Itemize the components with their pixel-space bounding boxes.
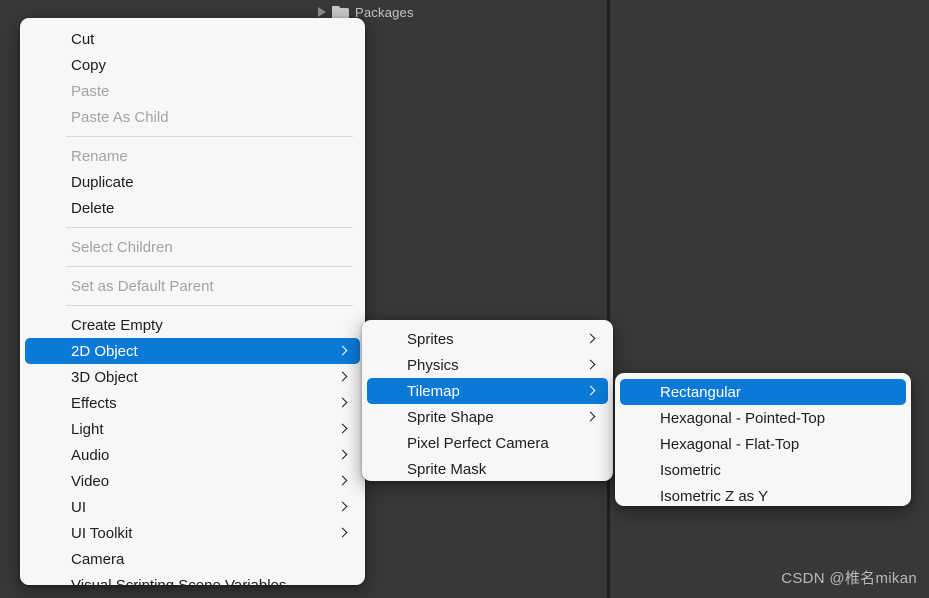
- chevron-right-icon: [586, 334, 596, 344]
- menu-item-label: Pixel Perfect Camera: [407, 434, 549, 452]
- menu-item-label: Sprite Mask: [407, 460, 487, 478]
- menu-item-label: Select Children: [71, 238, 173, 256]
- menu-item-physics[interactable]: Physics: [367, 352, 608, 378]
- menu-item-isometric-z-as-y[interactable]: Isometric Z as Y: [620, 483, 906, 506]
- menu-item-sprite-shape[interactable]: Sprite Shape: [367, 404, 608, 430]
- menu-item-rectangular[interactable]: Rectangular: [620, 379, 906, 405]
- menu-item-label: Effects: [71, 394, 117, 412]
- menu-item-sprite-mask[interactable]: Sprite Mask: [367, 456, 608, 481]
- submenu-tilemap[interactable]: Rectangular Hexagonal - Pointed-Top Hexago…: [615, 373, 911, 506]
- menu-item-pixel-perfect-camera[interactable]: Pixel Perfect Camera: [367, 430, 608, 456]
- menu-item-label: Camera: [71, 550, 125, 568]
- menu-item-create-empty[interactable]: Create Empty: [25, 312, 360, 338]
- menu-item-label: Hexagonal - Flat-Top: [660, 435, 800, 453]
- menu-item-3d-object[interactable]: 3D Object: [25, 364, 360, 390]
- menu-item-hexagonal-flat-top[interactable]: Hexagonal - Flat-Top: [620, 431, 906, 457]
- hierarchy-item-label: Packages: [355, 4, 414, 20]
- menu-item-visual-scripting-scene-variables[interactable]: Visual Scripting Scene Variables: [25, 572, 360, 586]
- menu-item-label: 3D Object: [71, 368, 138, 386]
- menu-item-label: Cut: [71, 30, 95, 48]
- menu-item-rename: Rename: [25, 143, 360, 169]
- menu-item-tilemap[interactable]: Tilemap: [367, 378, 608, 404]
- menu-item-label: Rename: [71, 147, 128, 165]
- chevron-right-icon: [338, 424, 348, 434]
- menu-separator: [66, 227, 353, 228]
- menu-item-label: Isometric: [660, 461, 721, 479]
- menu-item-select-children: Select Children: [25, 234, 360, 260]
- menu-item-hexagonal-pointed-top[interactable]: Hexagonal - Pointed-Top: [620, 405, 906, 431]
- menu-item-label: Paste As Child: [71, 108, 169, 126]
- menu-item-label: Physics: [407, 356, 459, 374]
- scene-panel: [610, 0, 929, 598]
- menu-item-label: Rectangular: [660, 383, 741, 401]
- menu-separator: [66, 136, 353, 137]
- menu-item-label: Isometric Z as Y: [660, 487, 769, 505]
- menu-item-label: 2D Object: [71, 342, 138, 360]
- menu-item-copy[interactable]: Copy: [25, 52, 360, 78]
- menu-item-label: Sprites: [407, 330, 454, 348]
- menu-item-paste-as-child: Paste As Child: [25, 104, 360, 130]
- chevron-right-icon: [586, 412, 596, 422]
- triangle-right-icon[interactable]: [318, 7, 326, 17]
- menu-item-label: Tilemap: [407, 382, 460, 400]
- menu-item-label: Visual Scripting Scene Variables: [71, 576, 287, 586]
- context-menu[interactable]: Cut Copy Paste Paste As Child Rename Duplicat…: [20, 18, 365, 585]
- menu-item-isometric[interactable]: Isometric: [620, 457, 906, 483]
- chevron-right-icon: [586, 386, 596, 396]
- chevron-right-icon: [338, 476, 348, 486]
- menu-item-label: Duplicate: [71, 173, 134, 191]
- chevron-right-icon: [338, 346, 348, 356]
- watermark: CSDN @椎名mikan: [781, 570, 917, 587]
- chevron-right-icon: [586, 360, 596, 370]
- chevron-right-icon: [338, 502, 348, 512]
- menu-item-paste: Paste: [25, 78, 360, 104]
- menu-item-audio[interactable]: Audio: [25, 442, 360, 468]
- menu-item-label: Create Empty: [71, 316, 163, 334]
- chevron-right-icon: [338, 398, 348, 408]
- chevron-right-icon: [338, 372, 348, 382]
- menu-item-label: UI Toolkit: [71, 524, 133, 542]
- menu-item-label: Light: [71, 420, 104, 438]
- menu-item-duplicate[interactable]: Duplicate: [25, 169, 360, 195]
- chevron-right-icon: [338, 528, 348, 538]
- menu-separator: [66, 266, 353, 267]
- menu-item-label: UI: [71, 498, 86, 516]
- menu-item-light[interactable]: Light: [25, 416, 360, 442]
- menu-item-label: Delete: [71, 199, 115, 217]
- folder-icon: [332, 5, 349, 19]
- menu-item-label: Sprite Shape: [407, 408, 494, 426]
- submenu-2d-object[interactable]: Sprites Physics Tilemap Sprite Shape Pixel P…: [362, 320, 613, 481]
- menu-item-ui[interactable]: UI: [25, 494, 360, 520]
- menu-item-label: Paste: [71, 82, 110, 100]
- menu-item-label: Set as Default Parent: [71, 277, 214, 295]
- menu-item-camera[interactable]: Camera: [25, 546, 360, 572]
- menu-item-cut[interactable]: Cut: [25, 26, 360, 52]
- menu-item-label: Audio: [71, 446, 110, 464]
- menu-item-sprites[interactable]: Sprites: [367, 326, 608, 352]
- menu-item-label: Hexagonal - Pointed-Top: [660, 409, 826, 427]
- menu-item-video[interactable]: Video: [25, 468, 360, 494]
- menu-item-set-as-default-parent: Set as Default Parent: [25, 273, 360, 299]
- menu-item-effects[interactable]: Effects: [25, 390, 360, 416]
- menu-separator: [66, 305, 353, 306]
- menu-item-label: Video: [71, 472, 110, 490]
- menu-item-2d-object[interactable]: 2D Object: [25, 338, 360, 364]
- menu-item-label: Copy: [71, 56, 107, 74]
- menu-item-delete[interactable]: Delete: [25, 195, 360, 221]
- chevron-right-icon: [338, 450, 348, 460]
- menu-item-ui-toolkit[interactable]: UI Toolkit: [25, 520, 360, 546]
